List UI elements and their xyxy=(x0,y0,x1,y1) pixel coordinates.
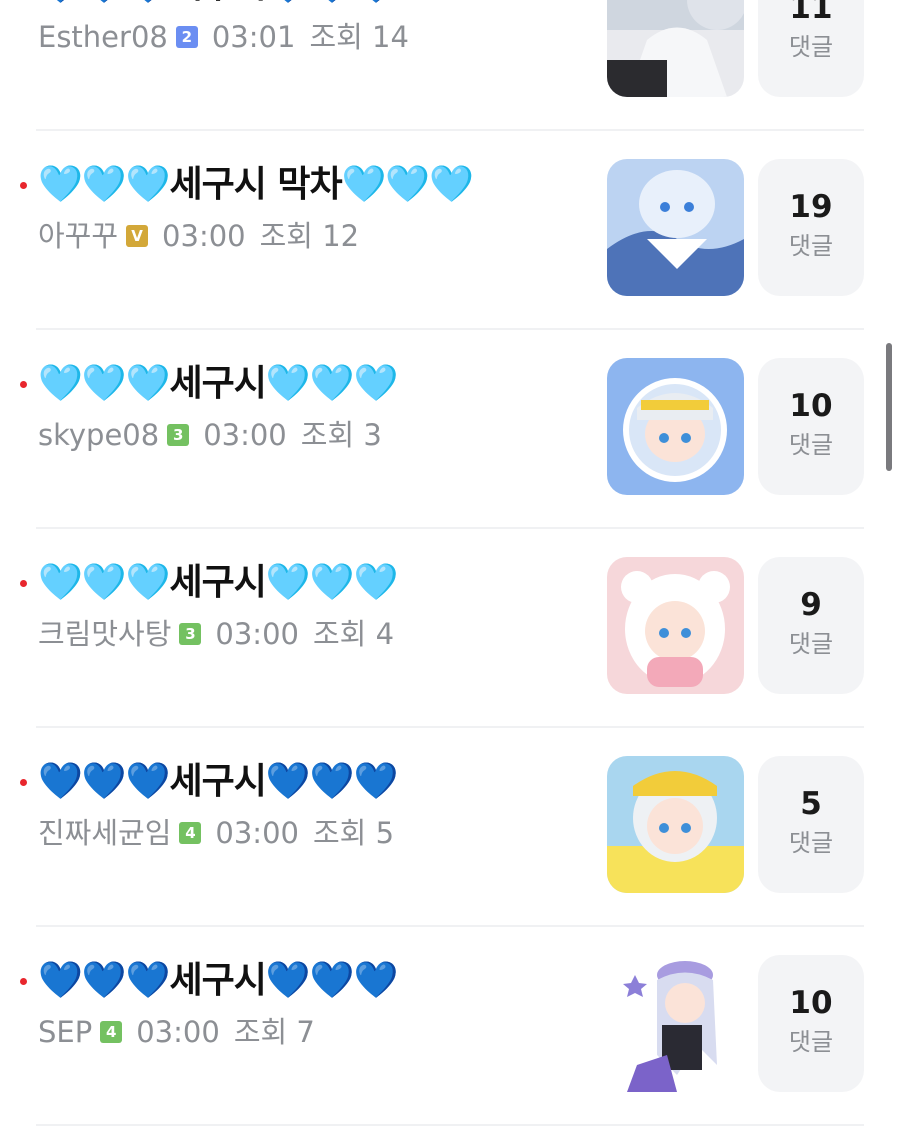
comment-count-button[interactable]: 5 댓글 xyxy=(758,756,864,893)
comment-count: 10 xyxy=(789,388,833,424)
post-time: 03:00 xyxy=(215,816,299,850)
new-post-dot xyxy=(20,779,27,786)
thumbnail-image xyxy=(607,0,744,97)
member-level-badge: 4 xyxy=(179,822,202,844)
post-meta: 진짜세균임 4 03:00 조회 5 xyxy=(38,815,394,851)
post-title[interactable]: 🩵🩵🩵세구시🩵🩵🩵 xyxy=(38,360,398,408)
comment-label: 댓글 xyxy=(788,1028,834,1056)
post-item[interactable]: 💙💙💙세구시💙💙💙 진짜세균임 4 03:00 조회 5 5 댓글 xyxy=(20,728,864,927)
post-author[interactable]: skype08 xyxy=(38,417,159,453)
post-meta: 크림맛사탕 3 03:00 조회 4 xyxy=(38,616,394,652)
post-time: 03:00 xyxy=(215,617,299,651)
post-time: 03:00 xyxy=(203,418,287,452)
post-thumbnail[interactable] xyxy=(607,756,744,893)
post-title[interactable]: 💙💙💙세구시💙💙💙 xyxy=(38,0,398,10)
comment-count: 19 xyxy=(789,189,833,225)
post-meta: skype08 3 03:00 조회 3 xyxy=(38,417,382,453)
post-title[interactable]: 💙💙💙세구시💙💙💙 xyxy=(38,957,398,1005)
comment-count-button[interactable]: 10 댓글 xyxy=(758,955,864,1092)
thumbnail-image xyxy=(607,955,744,1092)
post-author[interactable]: SEP xyxy=(38,1014,92,1050)
post-author[interactable]: Esther08 xyxy=(38,19,168,55)
comment-label: 댓글 xyxy=(788,829,834,857)
post-views: 조회 5 xyxy=(312,816,395,850)
post-views: 조회 7 xyxy=(233,1015,315,1049)
post-title[interactable]: 💙💙💙세구시💙💙💙 xyxy=(38,758,398,806)
post-thumbnail[interactable] xyxy=(607,0,744,97)
new-post-dot xyxy=(20,978,27,985)
post-views: 조회 14 xyxy=(309,20,409,54)
post-time: 03:00 xyxy=(162,219,246,253)
comment-count-button[interactable]: 11 댓글 xyxy=(758,0,864,97)
post-meta: SEP 4 03:00 조회 7 xyxy=(38,1014,315,1050)
comment-count-button[interactable]: 10 댓글 xyxy=(758,358,864,495)
post-thumbnail[interactable] xyxy=(607,358,744,495)
post-time: 03:01 xyxy=(211,20,296,54)
post-views: 조회 4 xyxy=(312,617,395,651)
comment-count: 9 xyxy=(800,587,822,623)
comment-count-button[interactable]: 9 댓글 xyxy=(758,557,864,694)
post-title[interactable]: 🩵🩵🩵세구시 막차🩵🩵🩵 xyxy=(38,161,474,209)
member-level-badge: 4 xyxy=(100,1021,123,1043)
post-thumbnail[interactable] xyxy=(607,159,744,296)
member-level-badge: V xyxy=(126,225,149,247)
post-thumbnail[interactable] xyxy=(607,557,744,694)
comment-label: 댓글 xyxy=(788,232,834,260)
post-meta: 아꾸꾸 V 03:00 조회 12 xyxy=(38,218,359,254)
post-time: 03:00 xyxy=(136,1015,220,1049)
post-author[interactable]: 진짜세균임 xyxy=(38,815,171,851)
member-level-badge: 3 xyxy=(179,623,202,645)
thumbnail-image xyxy=(607,358,744,495)
post-title[interactable]: 🩵🩵🩵세구시🩵🩵🩵 xyxy=(38,559,398,607)
member-level-badge: 2 xyxy=(175,26,198,48)
post-item[interactable]: 🩵🩵🩵세구시🩵🩵🩵 skype08 3 03:00 조회 3 10 댓글 xyxy=(20,330,864,529)
post-author[interactable]: 크림맛사탕 xyxy=(38,616,171,652)
comment-count: 10 xyxy=(789,985,833,1021)
comment-count: 5 xyxy=(800,786,822,822)
comment-label: 댓글 xyxy=(788,630,834,658)
new-post-dot xyxy=(20,381,27,388)
post-views: 조회 12 xyxy=(259,219,360,253)
member-level-badge: 3 xyxy=(167,424,190,446)
comment-count-button[interactable]: 19 댓글 xyxy=(758,159,864,296)
thumbnail-image xyxy=(607,557,744,694)
post-item[interactable]: 💙💙💙세구시💙💙💙 SEP 4 03:00 조회 7 10 댓글 xyxy=(20,927,864,1126)
comment-count: 11 xyxy=(789,0,833,26)
thumbnail-image xyxy=(607,756,744,893)
post-author[interactable]: 아꾸꾸 xyxy=(38,218,118,254)
scrollbar[interactable] xyxy=(886,343,892,471)
thumbnail-image xyxy=(607,159,744,296)
post-item[interactable]: 🩵🩵🩵세구시 막차🩵🩵🩵 아꾸꾸 V 03:00 조회 12 19 댓글 xyxy=(20,131,864,330)
post-views: 조회 3 xyxy=(300,418,382,452)
post-item[interactable]: 💙💙💙세구시💙💙💙 Esther08 2 03:01 조회 14 11 댓글 xyxy=(36,0,864,131)
new-post-dot xyxy=(20,580,27,587)
comment-label: 댓글 xyxy=(788,33,834,61)
post-list: 💙💙💙세구시💙💙💙 Esther08 2 03:01 조회 14 11 댓글 🩵… xyxy=(0,0,900,1126)
post-meta: Esther08 2 03:01 조회 14 xyxy=(38,19,409,55)
post-item[interactable]: 🩵🩵🩵세구시🩵🩵🩵 크림맛사탕 3 03:00 조회 4 9 댓글 xyxy=(20,529,864,728)
comment-label: 댓글 xyxy=(788,431,834,459)
new-post-dot xyxy=(20,182,27,189)
post-thumbnail[interactable] xyxy=(607,955,744,1092)
